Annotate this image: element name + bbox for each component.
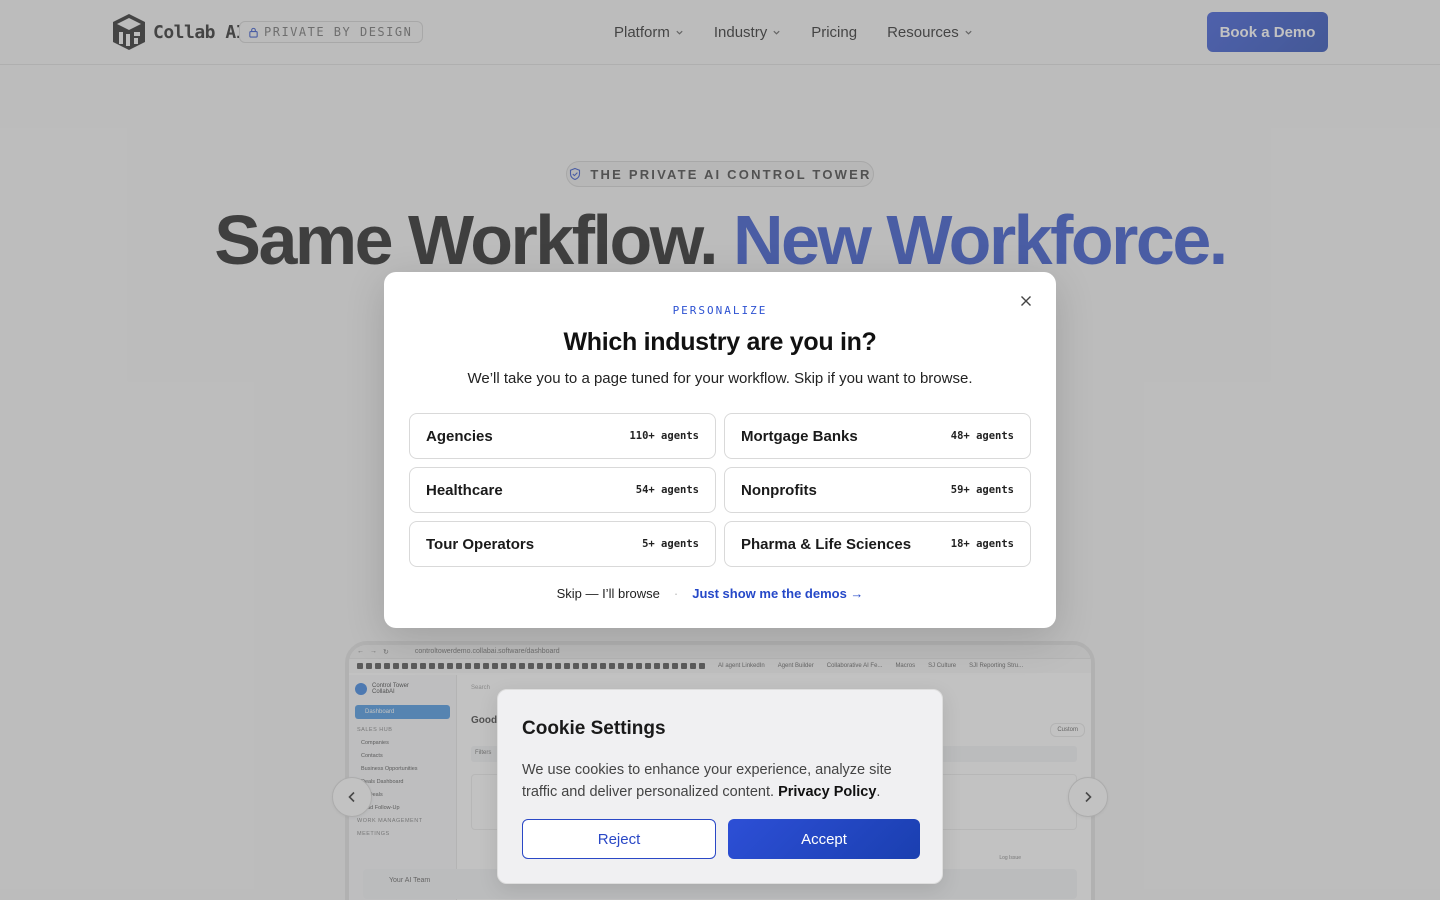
option-mortgage-banks[interactable]: Mortgage Banks 48+ agents (724, 413, 1031, 459)
option-name: Nonprofits (741, 481, 817, 499)
cookie-settings-panel: Cookie Settings We use cookies to enhanc… (497, 689, 943, 884)
option-pharma-life-sciences[interactable]: Pharma & Life Sciences 18+ agents (724, 521, 1031, 567)
modal-eyebrow: PERSONALIZE (672, 304, 768, 317)
show-demos-link[interactable]: Just show me the demos → (692, 586, 863, 601)
option-nonprofits[interactable]: Nonprofits 59+ agents (724, 467, 1031, 513)
option-count: 5+ agents (642, 538, 699, 550)
option-count: 59+ agents (950, 484, 1014, 496)
skip-link[interactable]: Skip — I’ll browse (557, 586, 660, 601)
modal-subtitle: We’ll take you to a page tuned for your … (467, 370, 973, 387)
option-count: 18+ agents (950, 538, 1014, 550)
option-count: 48+ agents (950, 430, 1014, 442)
cookie-title: Cookie Settings (522, 718, 666, 739)
option-name: Pharma & Life Sciences (741, 535, 912, 553)
option-count: 54+ agents (635, 484, 699, 496)
separator-dot: · (673, 586, 679, 601)
option-name: Agencies (426, 427, 493, 445)
option-count: 110+ agents (629, 430, 699, 442)
option-healthcare[interactable]: Healthcare 54+ agents (409, 467, 716, 513)
option-tour-operators[interactable]: Tour Operators 5+ agents (409, 521, 716, 567)
option-name: Healthcare (426, 481, 503, 499)
option-name: Tour Operators (426, 535, 535, 553)
modal-title: Which industry are you in? (563, 328, 877, 356)
option-agencies[interactable]: Agencies 110+ agents (409, 413, 716, 459)
modal-footer: Skip — I’ll browse · Just show me the de… (384, 586, 1056, 601)
industry-modal: PERSONALIZE Which industry are you in? W… (384, 272, 1056, 628)
option-name: Mortgage Banks (741, 427, 858, 445)
reject-button[interactable]: Reject (522, 819, 716, 859)
cookie-text: We use cookies to enhance your experienc… (522, 762, 892, 800)
industry-options: Agencies 110+ agents Mortgage Banks 48+ … (409, 413, 1031, 567)
accept-button[interactable]: Accept (728, 819, 920, 859)
privacy-policy-link[interactable]: Privacy Policy (778, 784, 876, 800)
